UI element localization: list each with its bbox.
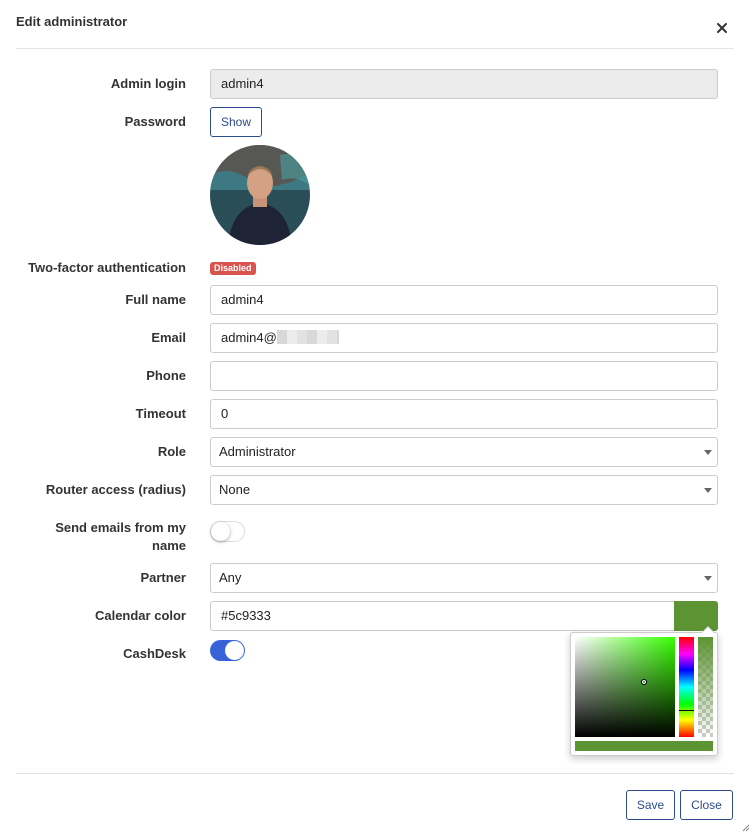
phone-label: Phone [146,368,186,383]
email-value: admin4@ [221,330,277,345]
full-name-field[interactable] [210,285,718,315]
timeout-label: Timeout [135,406,186,421]
alpha-slider[interactable] [698,637,713,737]
timeout-field[interactable] [210,399,718,429]
alpha-gradient [698,637,713,737]
hue-slider[interactable] [679,637,694,737]
chevron-down-icon [704,576,712,581]
chevron-down-icon [704,488,712,493]
router-access-selected-value: None [219,482,251,497]
send-emails-label-line1: Send emails from my [55,520,186,535]
cashdesk-toggle[interactable] [210,640,245,661]
router-access-label: Router access (radius) [45,482,186,497]
calendar-color-label: Calendar color [94,608,186,623]
email-redacted-area [276,330,339,344]
router-access-select[interactable]: None [210,475,718,505]
color-preview-bar [575,741,713,751]
toggle-knob [211,522,230,541]
toggle-knob [225,641,244,660]
save-button[interactable]: Save [626,790,675,820]
avatar[interactable] [210,145,310,245]
color-cursor[interactable] [641,679,647,685]
partner-label: Partner [140,570,186,585]
hue-slider-handle[interactable] [679,710,694,711]
calendar-color-field[interactable] [210,601,675,631]
color-picker-popover [570,626,718,756]
show-password-button[interactable]: Show [210,107,262,137]
email-field[interactable]: admin4@ [210,323,718,353]
partner-selected-value: Any [219,570,242,585]
footer-divider [16,773,734,774]
password-label: Password [124,114,186,129]
header-divider [16,48,734,49]
close-icon[interactable] [712,18,732,38]
full-name-input[interactable] [221,286,707,314]
cashdesk-label: CashDesk [123,646,186,661]
calendar-color-input[interactable] [221,602,664,630]
partner-select[interactable]: Any [210,563,718,593]
admin-login-value: admin4 [221,76,264,91]
two-factor-status-badge: Disabled [210,262,256,275]
chevron-down-icon [704,450,712,455]
admin-login-label: Admin login [110,76,186,91]
email-label: Email [151,330,186,345]
modal-title: Edit administrator [16,14,128,29]
role-selected-value: Administrator [219,444,296,459]
close-button[interactable]: Close [680,790,733,820]
saturation-value-area[interactable] [575,637,675,737]
phone-input[interactable] [221,362,707,390]
two-factor-label: Two-factor authentication [28,260,186,275]
role-select[interactable]: Administrator [210,437,718,467]
full-name-label: Full name [125,292,186,307]
popover-arrow-inner [702,627,714,633]
send-emails-label-line2: name [152,538,186,553]
admin-login-field: admin4 [210,69,718,99]
resize-grip-icon[interactable] [740,820,750,832]
send-emails-toggle[interactable] [210,521,245,542]
modal-header: Edit administrator [0,0,751,48]
phone-field[interactable] [210,361,718,391]
role-label: Role [157,444,186,459]
timeout-input[interactable] [221,400,707,428]
